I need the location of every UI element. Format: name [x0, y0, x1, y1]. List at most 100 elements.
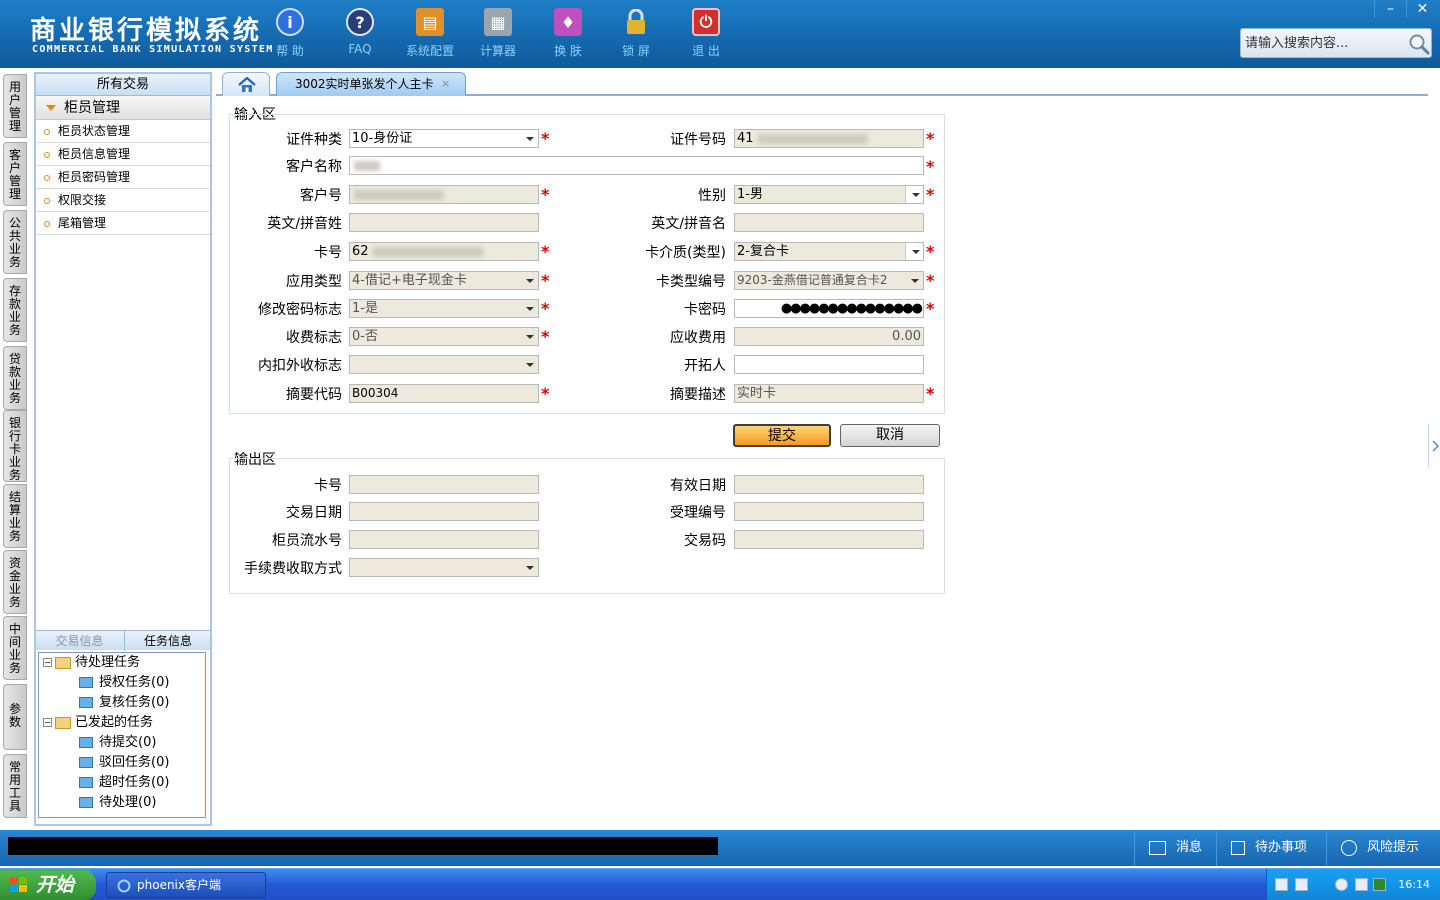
cust-no-field[interactable]	[349, 185, 539, 204]
card-medium-select[interactable]: 2-复合卡	[734, 242, 924, 261]
en-last-name-label: 英文/拼音姓	[267, 216, 342, 232]
keyboard-icon[interactable]	[1275, 878, 1288, 891]
tab-close-icon[interactable]: ×	[441, 73, 450, 95]
todo-button[interactable]: 待办事项	[1216, 830, 1324, 866]
en-first-name-field[interactable]	[734, 213, 924, 232]
folder-icon	[79, 797, 93, 808]
out-accept-no-field[interactable]	[734, 502, 924, 521]
id-type-label: 证件种类	[286, 132, 342, 148]
bullet-icon	[44, 220, 50, 227]
vtab-params[interactable]: 参数	[3, 684, 27, 750]
tree-node-timeout[interactable]: 超时任务(0)	[79, 773, 169, 793]
vtab-tools[interactable]: 常用工具	[3, 754, 27, 818]
home-tab[interactable]	[222, 72, 270, 96]
fee-due-field[interactable]: 0.00	[734, 327, 924, 346]
card-no-label: 卡号	[314, 245, 342, 261]
card-no-field[interactable]: 62	[349, 242, 539, 261]
out-card-no-field[interactable]	[349, 475, 539, 494]
vtab-loan[interactable]: 贷款业务	[3, 346, 27, 410]
shirt-icon: ♦	[554, 8, 582, 36]
vtab-settlement[interactable]: 结算业务	[3, 484, 27, 548]
tree-node-review[interactable]: 复核任务(0)	[79, 693, 169, 713]
menu-item-teller-status[interactable]: 柜员状态管理	[36, 120, 210, 143]
vc-icon[interactable]	[1373, 878, 1386, 891]
faq-button[interactable]: ? FAQ	[330, 8, 390, 62]
tree-node-initiated[interactable]: − 已发起的任务	[43, 713, 153, 733]
skin-button[interactable]: ♦ 换 肤	[538, 8, 598, 62]
question-icon: ?	[346, 8, 374, 36]
lock-button[interactable]: 锁 屏	[606, 8, 666, 62]
out-teller-serial-field[interactable]	[349, 530, 539, 549]
help-button[interactable]: i 帮 助	[260, 8, 320, 62]
required-mark: *	[541, 185, 550, 204]
vtab-bank-card[interactable]: 银行卡业务	[3, 410, 27, 482]
menu-item-permission-handover[interactable]: 权限交接	[36, 189, 210, 212]
app-type-select[interactable]: 4-借记+电子现金卡	[349, 271, 539, 290]
tree-node-pending[interactable]: − 待处理任务	[43, 653, 140, 673]
cust-name-field[interactable]	[349, 156, 924, 175]
tree-node-authorize[interactable]: 授权任务(0)	[79, 673, 169, 693]
vtab-intermediary[interactable]: 中间业务	[3, 616, 27, 680]
risk-alert-button[interactable]: 风险提示	[1326, 830, 1440, 866]
tab-transaction-info[interactable]: 交易信息	[36, 631, 123, 651]
search-input[interactable]	[1243, 31, 1403, 55]
fee-flag-select[interactable]: 0-否	[349, 327, 539, 346]
out-expiry-field[interactable]	[734, 475, 924, 494]
out-txn-date-label: 交易日期	[286, 505, 342, 521]
id-type-select[interactable]: 10-身份证	[349, 129, 539, 148]
menu-item-teller-password[interactable]: 柜员密码管理	[36, 166, 210, 189]
menu-item-teller-info[interactable]: 柜员信息管理	[36, 143, 210, 166]
gender-select[interactable]: 1-男	[734, 185, 924, 204]
modify-pwd-select[interactable]: 1-是	[349, 299, 539, 318]
fee-flag-label: 收费标志	[286, 330, 342, 346]
exit-button[interactable]: ⏻ 退 出	[676, 8, 736, 62]
back-icon[interactable]	[1335, 878, 1348, 891]
search-box	[1240, 28, 1432, 58]
developer-field[interactable]	[734, 355, 924, 374]
help-tray-icon[interactable]	[1295, 878, 1308, 891]
tree-node-rejected[interactable]: 驳回任务(0)	[79, 753, 169, 773]
inner-outer-select[interactable]	[349, 355, 539, 374]
folder-open-icon	[55, 656, 71, 669]
tab-task-info[interactable]: 任务信息	[124, 631, 211, 651]
panel-header: 所有交易	[36, 74, 210, 96]
tree-node-to-handle[interactable]: 待处理(0)	[79, 793, 156, 813]
tab-3002-issue-card[interactable]: 3002实时单张发个人主卡 ×	[276, 72, 466, 96]
vtab-user-mgmt[interactable]: 用户管理	[3, 74, 27, 138]
summary-code-field[interactable]: B00304	[349, 384, 539, 403]
minimize-button[interactable]: –	[1374, 0, 1406, 18]
summary-desc-field[interactable]: 实时卡	[734, 384, 924, 403]
vtab-funds[interactable]: 资金业务	[3, 550, 27, 614]
config-button[interactable]: ▤ 系统配置	[400, 8, 460, 62]
out-txn-date-field[interactable]	[349, 502, 539, 521]
vtab-deposit[interactable]: 存款业务	[3, 278, 27, 342]
collapse-icon[interactable]: −	[43, 718, 52, 727]
out-txn-code-field[interactable]	[734, 530, 924, 549]
messages-button[interactable]: 消息	[1134, 830, 1214, 866]
start-button[interactable]: 开始	[0, 870, 96, 900]
close-window-button[interactable]: ✕	[1406, 0, 1438, 18]
out-expiry-label: 有效日期	[670, 478, 726, 494]
bullet-icon	[44, 174, 50, 181]
group-teller-mgmt[interactable]: 柜员管理	[36, 96, 210, 120]
en-first-name-label: 英文/拼音名	[651, 216, 726, 232]
out-fee-method-select[interactable]	[349, 558, 539, 577]
menu-item-cash-box[interactable]: 尾箱管理	[36, 212, 210, 235]
id-no-field[interactable]: 41	[734, 129, 924, 148]
tree-node-to-submit[interactable]: 待提交(0)	[79, 733, 156, 753]
vtab-customer-mgmt[interactable]: 客户管理	[3, 142, 27, 206]
cancel-button[interactable]: 取消	[840, 424, 940, 447]
collapse-icon[interactable]: −	[43, 658, 52, 667]
calculator-button[interactable]: ▦ 计算器	[468, 8, 528, 62]
right-collapse-handle[interactable]	[1428, 424, 1440, 468]
card-type-no-select[interactable]: 9203-金燕借记普通复合卡2	[734, 271, 924, 290]
submit-button[interactable]: 提交	[733, 424, 831, 447]
search-icon[interactable]	[1407, 32, 1431, 56]
taskbar-item-phoenix[interactable]: phoenix客户端	[106, 872, 266, 898]
vtab-public-business[interactable]: 公共业务	[3, 210, 27, 274]
card-pwd-field[interactable]: ●●●●●●●●●●●●●●●	[734, 299, 924, 318]
en-last-name-field[interactable]	[349, 213, 539, 232]
display-icon[interactable]	[1355, 878, 1368, 891]
content-tabbar: 3002实时单张发个人主卡 ×	[216, 72, 1428, 96]
network-icon[interactable]	[1315, 878, 1328, 891]
